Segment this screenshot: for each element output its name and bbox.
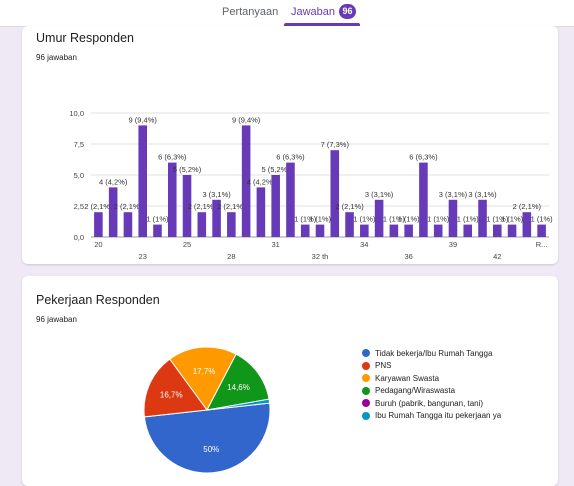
legend-label: Buruh (pabrik, bangunan, tani) bbox=[375, 398, 484, 408]
pie-percent-label: 50% bbox=[203, 445, 219, 454]
legend-swatch bbox=[362, 361, 370, 370]
pie-percent-label: 17,7% bbox=[193, 367, 216, 376]
legend-item[interactable]: Karyawan Swasta bbox=[362, 372, 501, 385]
legend-label: PNS bbox=[375, 361, 392, 371]
legend-item[interactable]: Buruh (pabrik, bangunan, tani) bbox=[362, 397, 501, 410]
legend-swatch bbox=[362, 374, 370, 383]
legend-swatch bbox=[362, 349, 370, 358]
legend-item[interactable]: PNS bbox=[362, 360, 501, 373]
legend-swatch bbox=[362, 399, 370, 408]
legend-swatch bbox=[362, 411, 370, 420]
legend-item[interactable]: Ibu Rumah Tangga itu pekerjaan ya bbox=[362, 410, 501, 423]
legend-item[interactable]: Tidak bekerja/Ibu Rumah Tangga bbox=[362, 347, 501, 360]
pie-legend: Tidak bekerja/Ibu Rumah Tangga PNS Karyawa… bbox=[362, 347, 501, 422]
legend-item[interactable]: Pedagang/Wiraswasta bbox=[362, 385, 501, 398]
pie-percent-label: 16,7% bbox=[160, 390, 183, 399]
legend-label: Tidak bekerja/Ibu Rumah Tangga bbox=[375, 348, 493, 358]
legend-label: Ibu Rumah Tangga itu pekerjaan ya bbox=[375, 411, 502, 421]
legend-label: Pedagang/Wiraswasta bbox=[375, 386, 456, 396]
pie-percent-label: 14,6% bbox=[227, 383, 250, 392]
legend-label: Karyawan Swasta bbox=[375, 373, 440, 383]
legend-swatch bbox=[362, 386, 370, 395]
